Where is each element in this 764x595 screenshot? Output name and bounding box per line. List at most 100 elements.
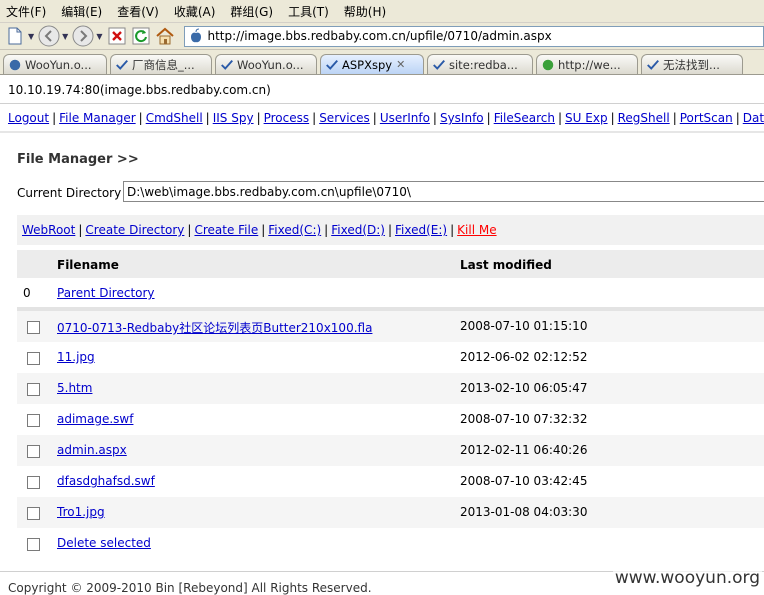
row-checkbox[interactable] [27, 507, 40, 520]
row-index: 0 [23, 286, 31, 300]
check-icon [116, 59, 128, 70]
globe-icon [542, 59, 554, 70]
back-icon [38, 25, 60, 47]
row-checkbox[interactable] [27, 476, 40, 489]
file-link[interactable]: dfasdghafsd.swf [57, 474, 155, 488]
host-info: 10.10.19.74:80(image.bbs.redbaby.com.cn) [8, 83, 271, 97]
fixed-d-link[interactable]: Fixed(D:) [331, 223, 385, 237]
current-directory-input[interactable]: D:\web\image.bbs.redbaby.com.cn\upfile\0… [123, 181, 764, 202]
refresh-button[interactable] [130, 25, 152, 47]
row-checkbox[interactable] [27, 352, 40, 365]
check-icon [326, 59, 338, 70]
file-link[interactable]: admin.aspx [57, 443, 127, 457]
forward-dropdown-icon[interactable]: ▼ [96, 32, 102, 41]
file-link[interactable]: 5.htm [57, 381, 92, 395]
row-checkbox[interactable] [27, 321, 40, 334]
toolbar: ▼ ▼ ▼ http://image.bbs.redbaby.com.cn/up… [0, 23, 764, 50]
nav-file-manager[interactable]: File Manager [59, 111, 136, 125]
address-bar[interactable]: http://image.bbs.redbaby.com.cn/upfile/0… [184, 25, 764, 47]
stop-button[interactable] [106, 25, 128, 47]
file-date: 2012-06-02 02:12:52 [460, 350, 588, 364]
menu-bar: 文件(F) 编辑(E) 查看(V) 收藏(A) 群组(G) 工具(T) 帮助(H… [0, 0, 764, 23]
current-directory-label: Current Directory : [17, 186, 130, 200]
create-file-link[interactable]: Create File [194, 223, 258, 237]
file-date: 2013-02-10 06:05:47 [460, 381, 588, 395]
table-row: 11.jpg 2012-06-02 02:12:52 [17, 342, 764, 373]
file-link[interactable]: 11.jpg [57, 350, 95, 364]
parent-directory-link[interactable]: Parent Directory [57, 286, 155, 300]
home-icon [156, 27, 175, 45]
divider [0, 131, 764, 133]
table-row: dfasdghafsd.swf 2008-07-10 03:42:45 [17, 466, 764, 497]
menu-edit[interactable]: 编辑(E) [61, 3, 102, 20]
tab-aspxspy[interactable]: ASPXspy ✕ [320, 54, 424, 74]
create-directory-link[interactable]: Create Directory [85, 223, 184, 237]
delete-selected-link[interactable]: Delete selected [57, 536, 151, 550]
quick-actions-bar: WebRoot | Create Directory | Create File | Fix… [17, 215, 764, 245]
back-button[interactable] [38, 25, 60, 47]
menu-view[interactable]: 查看(V) [117, 3, 159, 20]
webroot-link[interactable]: WebRoot [22, 223, 75, 237]
nav-services[interactable]: Services [319, 111, 370, 125]
tab-wooyun-1[interactable]: WooYun.o... [3, 54, 107, 74]
table-row: Tro1.jpg 2013-01-08 04:03:30 [17, 497, 764, 528]
forward-button[interactable] [72, 25, 94, 47]
fixed-e-link[interactable]: Fixed(E:) [395, 223, 447, 237]
menu-favorites[interactable]: 收藏(A) [174, 3, 216, 20]
menu-groups[interactable]: 群组(G) [230, 3, 273, 20]
copyright-text: Copyright © 2009-2010 Bin [Rebeyond] All… [8, 581, 372, 595]
page-content: 10.10.19.74:80(image.bbs.redbaby.com.cn)… [0, 73, 764, 595]
tab-not-found[interactable]: 无法找到... [641, 54, 743, 74]
table-row: 5.htm 2013-02-10 06:05:47 [17, 373, 764, 404]
new-page-button[interactable] [4, 25, 26, 47]
nav-iis-spy[interactable]: IIS Spy [213, 111, 254, 125]
file-date: 2008-07-10 03:42:45 [460, 474, 588, 488]
table-row: admin.aspx 2012-02-11 06:40:26 [17, 435, 764, 466]
row-checkbox[interactable] [27, 445, 40, 458]
nav-process[interactable]: Process [264, 111, 310, 125]
nav-regshell[interactable]: RegShell [618, 111, 670, 125]
address-url: http://image.bbs.redbaby.com.cn/upfile/0… [207, 29, 552, 43]
check-icon [647, 59, 659, 70]
row-checkbox[interactable] [27, 414, 40, 427]
row-checkbox[interactable] [27, 383, 40, 396]
fixed-c-link[interactable]: Fixed(C:) [268, 223, 321, 237]
file-date: 2008-07-10 07:32:32 [460, 412, 588, 426]
page-title: File Manager >> [17, 152, 139, 167]
table-row: adimage.swf 2008-07-10 07:32:32 [17, 404, 764, 435]
kill-me-link[interactable]: Kill Me [457, 223, 496, 237]
nav-database[interactable]: DataBase [743, 111, 764, 125]
nav-sysinfo[interactable]: SysInfo [440, 111, 484, 125]
menu-file[interactable]: 文件(F) [6, 3, 46, 20]
divider [0, 103, 764, 104]
tab-http-we[interactable]: http://we... [536, 54, 638, 74]
nav-filesearch[interactable]: FileSearch [494, 111, 555, 125]
tab-vendor-info[interactable]: 厂商信息_... [110, 54, 212, 74]
delete-selected-row: Delete selected [17, 528, 764, 559]
apple-icon [191, 28, 202, 43]
back-dropdown-icon[interactable]: ▼ [62, 32, 68, 41]
menu-tools[interactable]: 工具(T) [288, 3, 329, 20]
tab-close-icon[interactable]: ✕ [396, 58, 405, 71]
new-page-icon [8, 27, 22, 45]
table-header: Filename Last modified [17, 250, 764, 278]
new-page-dropdown-icon[interactable]: ▼ [28, 32, 34, 41]
menu-help[interactable]: 帮助(H) [344, 3, 386, 20]
select-all-checkbox[interactable] [27, 538, 40, 551]
stop-icon [108, 27, 126, 45]
tab-wooyun-2[interactable]: WooYun.o... [215, 54, 317, 74]
nav-portscan[interactable]: PortScan [680, 111, 733, 125]
nav-userinfo[interactable]: UserInfo [380, 111, 430, 125]
table-row: 0710-0713-Redbaby社区论坛列表页Butter210x100.fl… [17, 311, 764, 342]
parent-directory-row: 0 Parent Directory [17, 278, 764, 309]
file-link[interactable]: 0710-0713-Redbaby社区论坛列表页Butter210x100.fl… [57, 319, 372, 336]
tab-site-redbaby[interactable]: site:redba... [427, 54, 533, 74]
nav-su-exp[interactable]: SU Exp [565, 111, 608, 125]
file-link[interactable]: adimage.swf [57, 412, 133, 426]
forward-icon [72, 25, 94, 47]
file-link[interactable]: Tro1.jpg [57, 505, 105, 519]
nav-cmdshell[interactable]: CmdShell [146, 111, 203, 125]
home-button[interactable] [154, 25, 176, 47]
nav-logout[interactable]: Logout [8, 111, 49, 125]
watermark: www.wooyun.org [612, 568, 762, 588]
